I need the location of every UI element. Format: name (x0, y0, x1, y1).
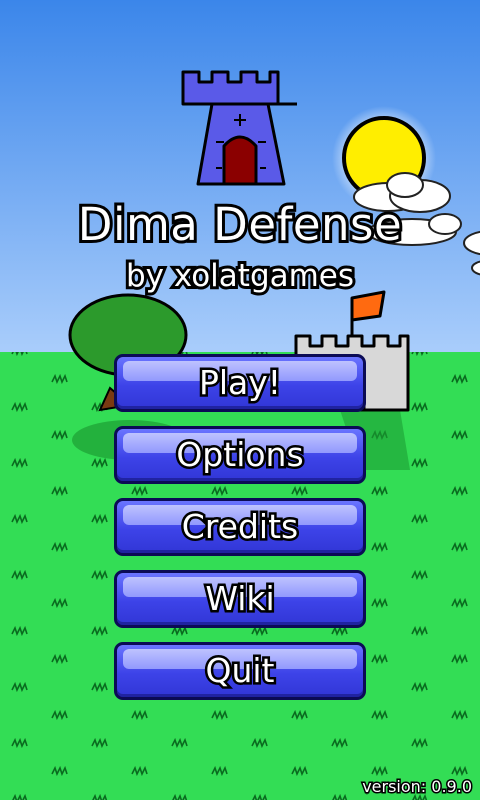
options-button-label: Options (174, 433, 306, 477)
quit-button[interactable]: Quit (114, 642, 366, 700)
play-button-label: Play! (196, 361, 283, 405)
credits-button-label: Credits (179, 505, 300, 549)
game-title: Dima Defense (75, 195, 405, 254)
play-button[interactable]: Play! (114, 354, 366, 412)
options-button[interactable]: Options (114, 426, 366, 484)
wiki-button-label: Wiki (203, 577, 277, 621)
game-subtitle: by xolatgames (123, 255, 357, 297)
credits-button[interactable]: Credits (114, 498, 366, 556)
quit-button-label: Quit (203, 649, 277, 693)
wiki-button[interactable]: Wiki (114, 570, 366, 628)
version-label: version: 0.9.0 (361, 776, 474, 798)
main-menu: Play! Options Credits Wiki Quit (114, 354, 366, 714)
